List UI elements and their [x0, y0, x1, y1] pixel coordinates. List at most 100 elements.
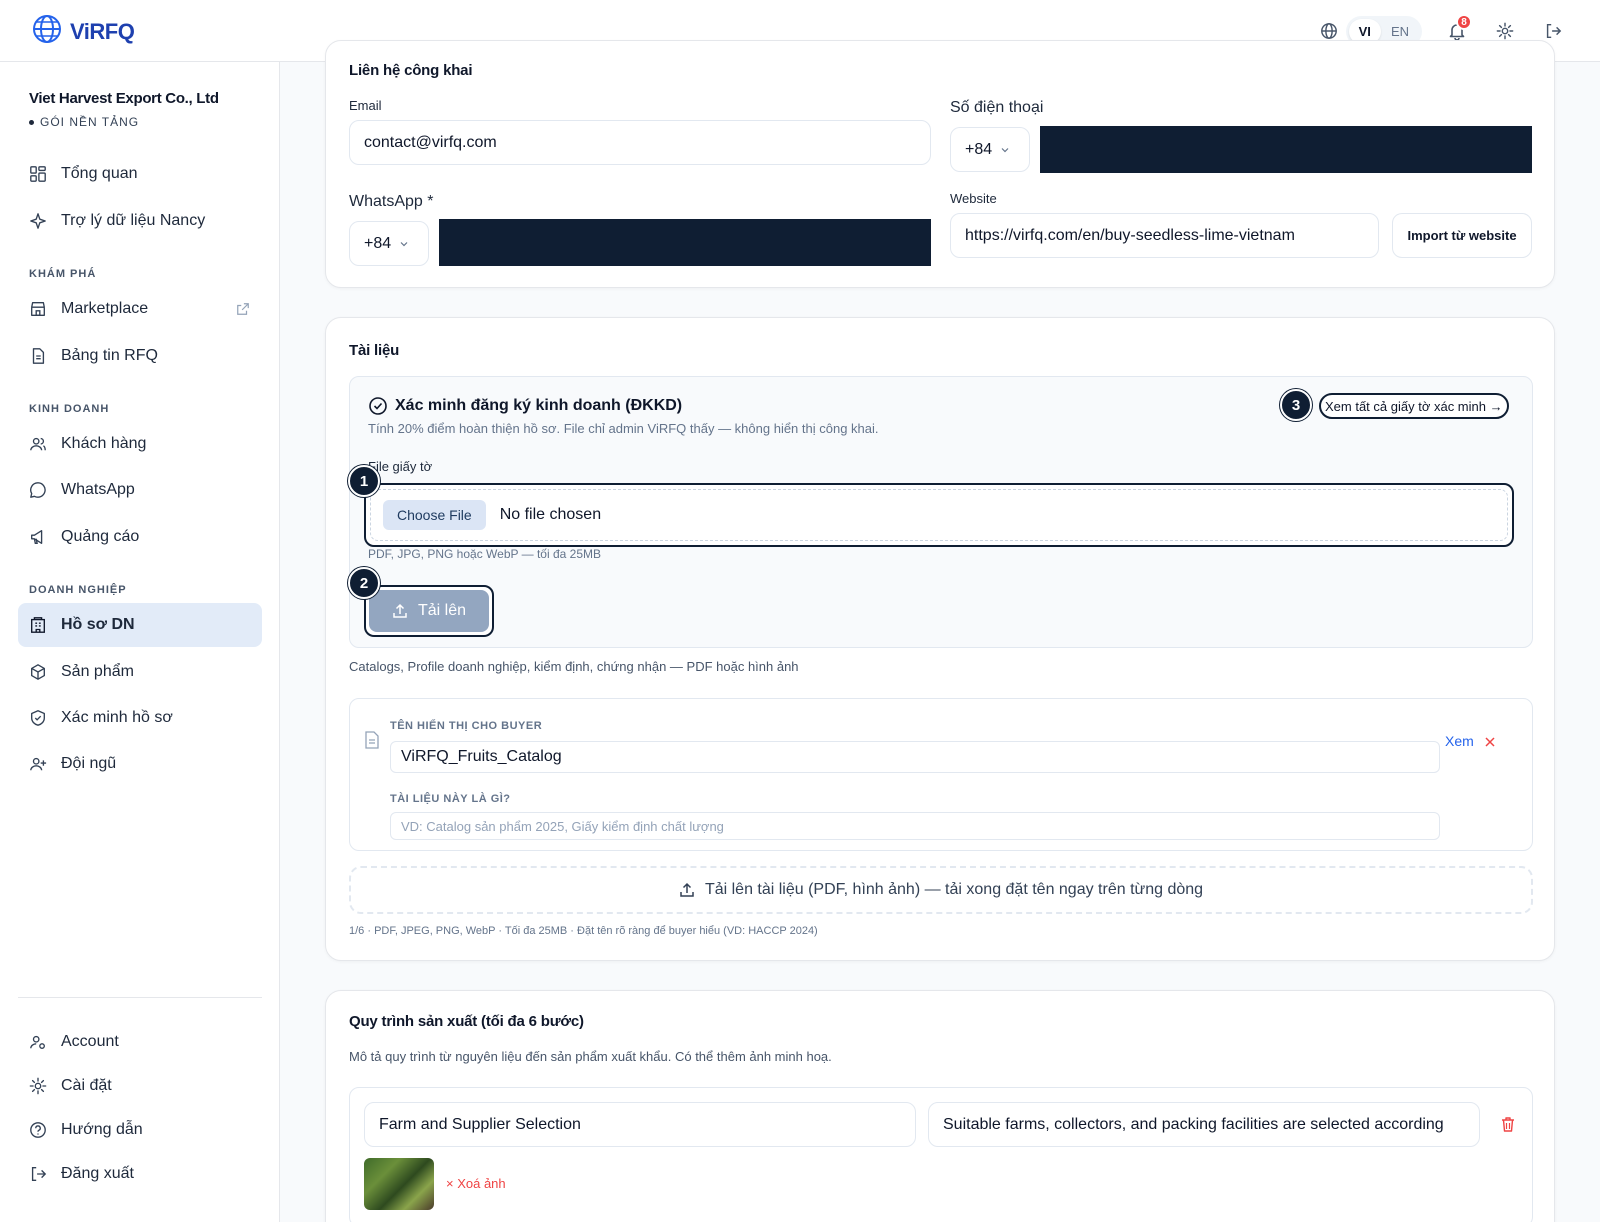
- email-label: Email: [349, 98, 382, 113]
- contact-title: Liên hệ công khai: [349, 62, 473, 79]
- section-label-explore: KHÁM PHÁ: [29, 268, 97, 280]
- sidebar-item-label: Trợ lý dữ liệu Nancy: [61, 212, 206, 229]
- sidebar-item-customers[interactable]: Khách hàng: [18, 422, 262, 466]
- step-marker-3: 3: [1280, 389, 1312, 421]
- sidebar-item-label: Đội ngũ: [61, 755, 117, 772]
- document-what-input[interactable]: VD: Catalog sản phẩm 2025, Giấy kiểm địn…: [390, 812, 1440, 840]
- file-icon: [365, 731, 379, 749]
- phone-prefix-select[interactable]: +84: [950, 127, 1030, 172]
- sidebar-item-rfq-board[interactable]: Bảng tin RFQ: [18, 334, 262, 378]
- business-verification-box: Xác minh đăng ký kinh doanh (ĐKKD) Tính …: [348, 376, 1533, 648]
- sidebar-item-label: WhatsApp: [61, 481, 135, 498]
- chat-icon: [30, 482, 46, 498]
- sidebar-item-whatsapp[interactable]: WhatsApp: [18, 468, 262, 512]
- phone-number-redacted[interactable]: [1040, 126, 1532, 173]
- close-icon[interactable]: [1484, 736, 1496, 748]
- logout-icon: [31, 1167, 47, 1181]
- sidebar-item-account[interactable]: Account: [18, 1020, 262, 1064]
- step-image-thumbnail: [364, 1158, 434, 1210]
- step-marker-2: 2: [348, 567, 380, 599]
- process-description: Mô tả quy trình từ nguyên liệu đến sản p…: [349, 1049, 832, 1064]
- sparkle-icon: [30, 213, 46, 229]
- production-process-card: Quy trình sản xuất (tối đa 6 bước) Mô tả…: [325, 990, 1555, 1222]
- sidebar-item-label: Đăng xuất: [61, 1165, 134, 1182]
- sidebar: Viet Harvest Export Co., Ltd GÓI NỀN TẢN…: [0, 62, 280, 1222]
- sidebar-item-label: Khách hàng: [61, 435, 147, 452]
- sidebar-item-ads[interactable]: Quảng cáo: [18, 515, 262, 559]
- sidebar-item-label: Sản phẩm: [61, 663, 134, 680]
- sidebar-item-settings[interactable]: Cài đặt: [18, 1064, 262, 1108]
- verify-title: Xác minh đăng ký kinh doanh (ĐKKD): [395, 397, 683, 414]
- step-description-field[interactable]: Suitable farms, collectors, and packing …: [928, 1102, 1480, 1147]
- upload-documents-dropzone[interactable]: Tải lên tài liệu (PDF, hình ảnh) — tải x…: [349, 866, 1533, 914]
- company-plan: GÓI NỀN TẢNG: [29, 115, 219, 129]
- import-website-button[interactable]: Import từ website: [1392, 213, 1532, 258]
- sidebar-item-marketplace[interactable]: Marketplace: [18, 287, 262, 331]
- documents-footer-hint: 1/6 · PDF, JPEG, PNG, WebP · Tối đa 25MB…: [349, 925, 818, 937]
- process-title: Quy trình sản xuất (tối đa 6 bước): [349, 1013, 584, 1030]
- sidebar-item-label: Account: [61, 1033, 119, 1050]
- upload-documents-label: Tải lên tài liệu (PDF, hình ảnh) — tải x…: [704, 881, 1204, 898]
- shield-check-icon: [31, 710, 45, 726]
- file-hint: PDF, JPG, PNG hoặc WebP — tối đa 25MB: [368, 547, 601, 561]
- help-icon: [30, 1122, 46, 1138]
- file-upload-zone[interactable]: Choose File No file chosen: [364, 483, 1514, 547]
- display-name-field[interactable]: ViRFQ_Fruits_Catalog: [390, 741, 1440, 773]
- verify-subtitle: Tính 20% điểm hoàn thiện hồ sơ. File chỉ…: [368, 421, 879, 436]
- remove-image-button[interactable]: × Xoá ảnh: [446, 1176, 506, 1191]
- section-label-enterprise: DOANH NGHIỆP: [29, 584, 127, 596]
- upload-button-label: Tải lên: [417, 602, 467, 619]
- box-icon: [31, 664, 45, 680]
- logo[interactable]: ViRFQ: [32, 14, 135, 49]
- contact-card: Liên hệ công khai Email contact@virfq.co…: [325, 40, 1555, 288]
- sidebar-item-label: Hồ sơ DN: [61, 616, 135, 633]
- globe-logo-icon: [32, 14, 62, 49]
- sidebar-item-team[interactable]: Đội ngũ: [18, 742, 262, 786]
- whatsapp-label: WhatsApp *: [349, 193, 434, 210]
- phone-label: Số điện thoại: [950, 99, 1044, 116]
- building-icon: [31, 617, 45, 633]
- section-label-business: KINH DOANH: [29, 403, 110, 415]
- users-icon: [30, 437, 46, 451]
- store-icon: [31, 302, 45, 316]
- upload-button-wrapper: Tải lên: [364, 585, 494, 637]
- documents-card: Tài liệu Xác minh đăng ký kinh doanh (ĐK…: [325, 317, 1555, 961]
- email-field[interactable]: contact@virfq.com: [349, 120, 931, 165]
- sidebar-item-nancy[interactable]: Trợ lý dữ liệu Nancy: [18, 199, 262, 243]
- company-info: Viet Harvest Export Co., Ltd GÓI NỀN TẢN…: [29, 90, 219, 129]
- upload-button[interactable]: Tải lên: [369, 590, 489, 632]
- view-document-link[interactable]: Xem: [1445, 733, 1474, 749]
- choose-file-button[interactable]: Choose File: [383, 500, 486, 530]
- phone-prefix-value: +84: [965, 140, 993, 158]
- document-row: TÊN HIỂN THỊ CHO BUYER ViRFQ_Fruits_Cata…: [349, 698, 1533, 851]
- upload-icon: [680, 882, 694, 897]
- sidebar-item-products[interactable]: Sản phẩm: [18, 650, 262, 694]
- website-field[interactable]: https://virfq.com/en/buy-seedless-lime-v…: [950, 213, 1379, 258]
- notification-badge: 8: [1456, 14, 1472, 30]
- sidebar-item-verification[interactable]: Xác minh hồ sơ: [18, 696, 262, 740]
- sidebar-item-logout[interactable]: Đăng xuất: [18, 1152, 262, 1196]
- user-cog-icon: [30, 1035, 45, 1049]
- sidebar-item-overview[interactable]: Tổng quan: [18, 152, 262, 196]
- sidebar-item-company-profile[interactable]: Hồ sơ DN: [18, 603, 262, 647]
- catalog-description: Catalogs, Profile doanh nghiệp, kiểm địn…: [349, 659, 799, 674]
- no-file-text: No file chosen: [499, 506, 602, 523]
- sidebar-item-label: Tổng quan: [61, 165, 138, 182]
- trash-icon[interactable]: [1500, 1116, 1516, 1133]
- whatsapp-prefix-select[interactable]: +84: [349, 221, 429, 266]
- external-link-icon: [237, 303, 249, 315]
- grid-icon: [30, 166, 46, 182]
- whatsapp-prefix-value: +84: [364, 234, 392, 252]
- user-plus-icon: [30, 757, 47, 771]
- document-what-label: TÀI LIỆU NÀY LÀ GÌ?: [390, 793, 511, 805]
- whatsapp-number-redacted[interactable]: [439, 219, 931, 266]
- sidebar-item-help[interactable]: Hướng dẫn: [18, 1108, 262, 1152]
- website-label: Website: [950, 191, 997, 206]
- process-step-row: Farm and Supplier Selection Suitable far…: [349, 1087, 1533, 1222]
- megaphone-icon: [31, 530, 43, 544]
- chevron-down-icon: [400, 241, 408, 246]
- view-all-verification-link[interactable]: Xem tất cả giấy tờ xác minh →: [1319, 393, 1509, 419]
- logout-icon: [1546, 23, 1562, 39]
- sidebar-item-label: Xác minh hồ sơ: [61, 709, 173, 726]
- step-name-field[interactable]: Farm and Supplier Selection: [364, 1102, 916, 1147]
